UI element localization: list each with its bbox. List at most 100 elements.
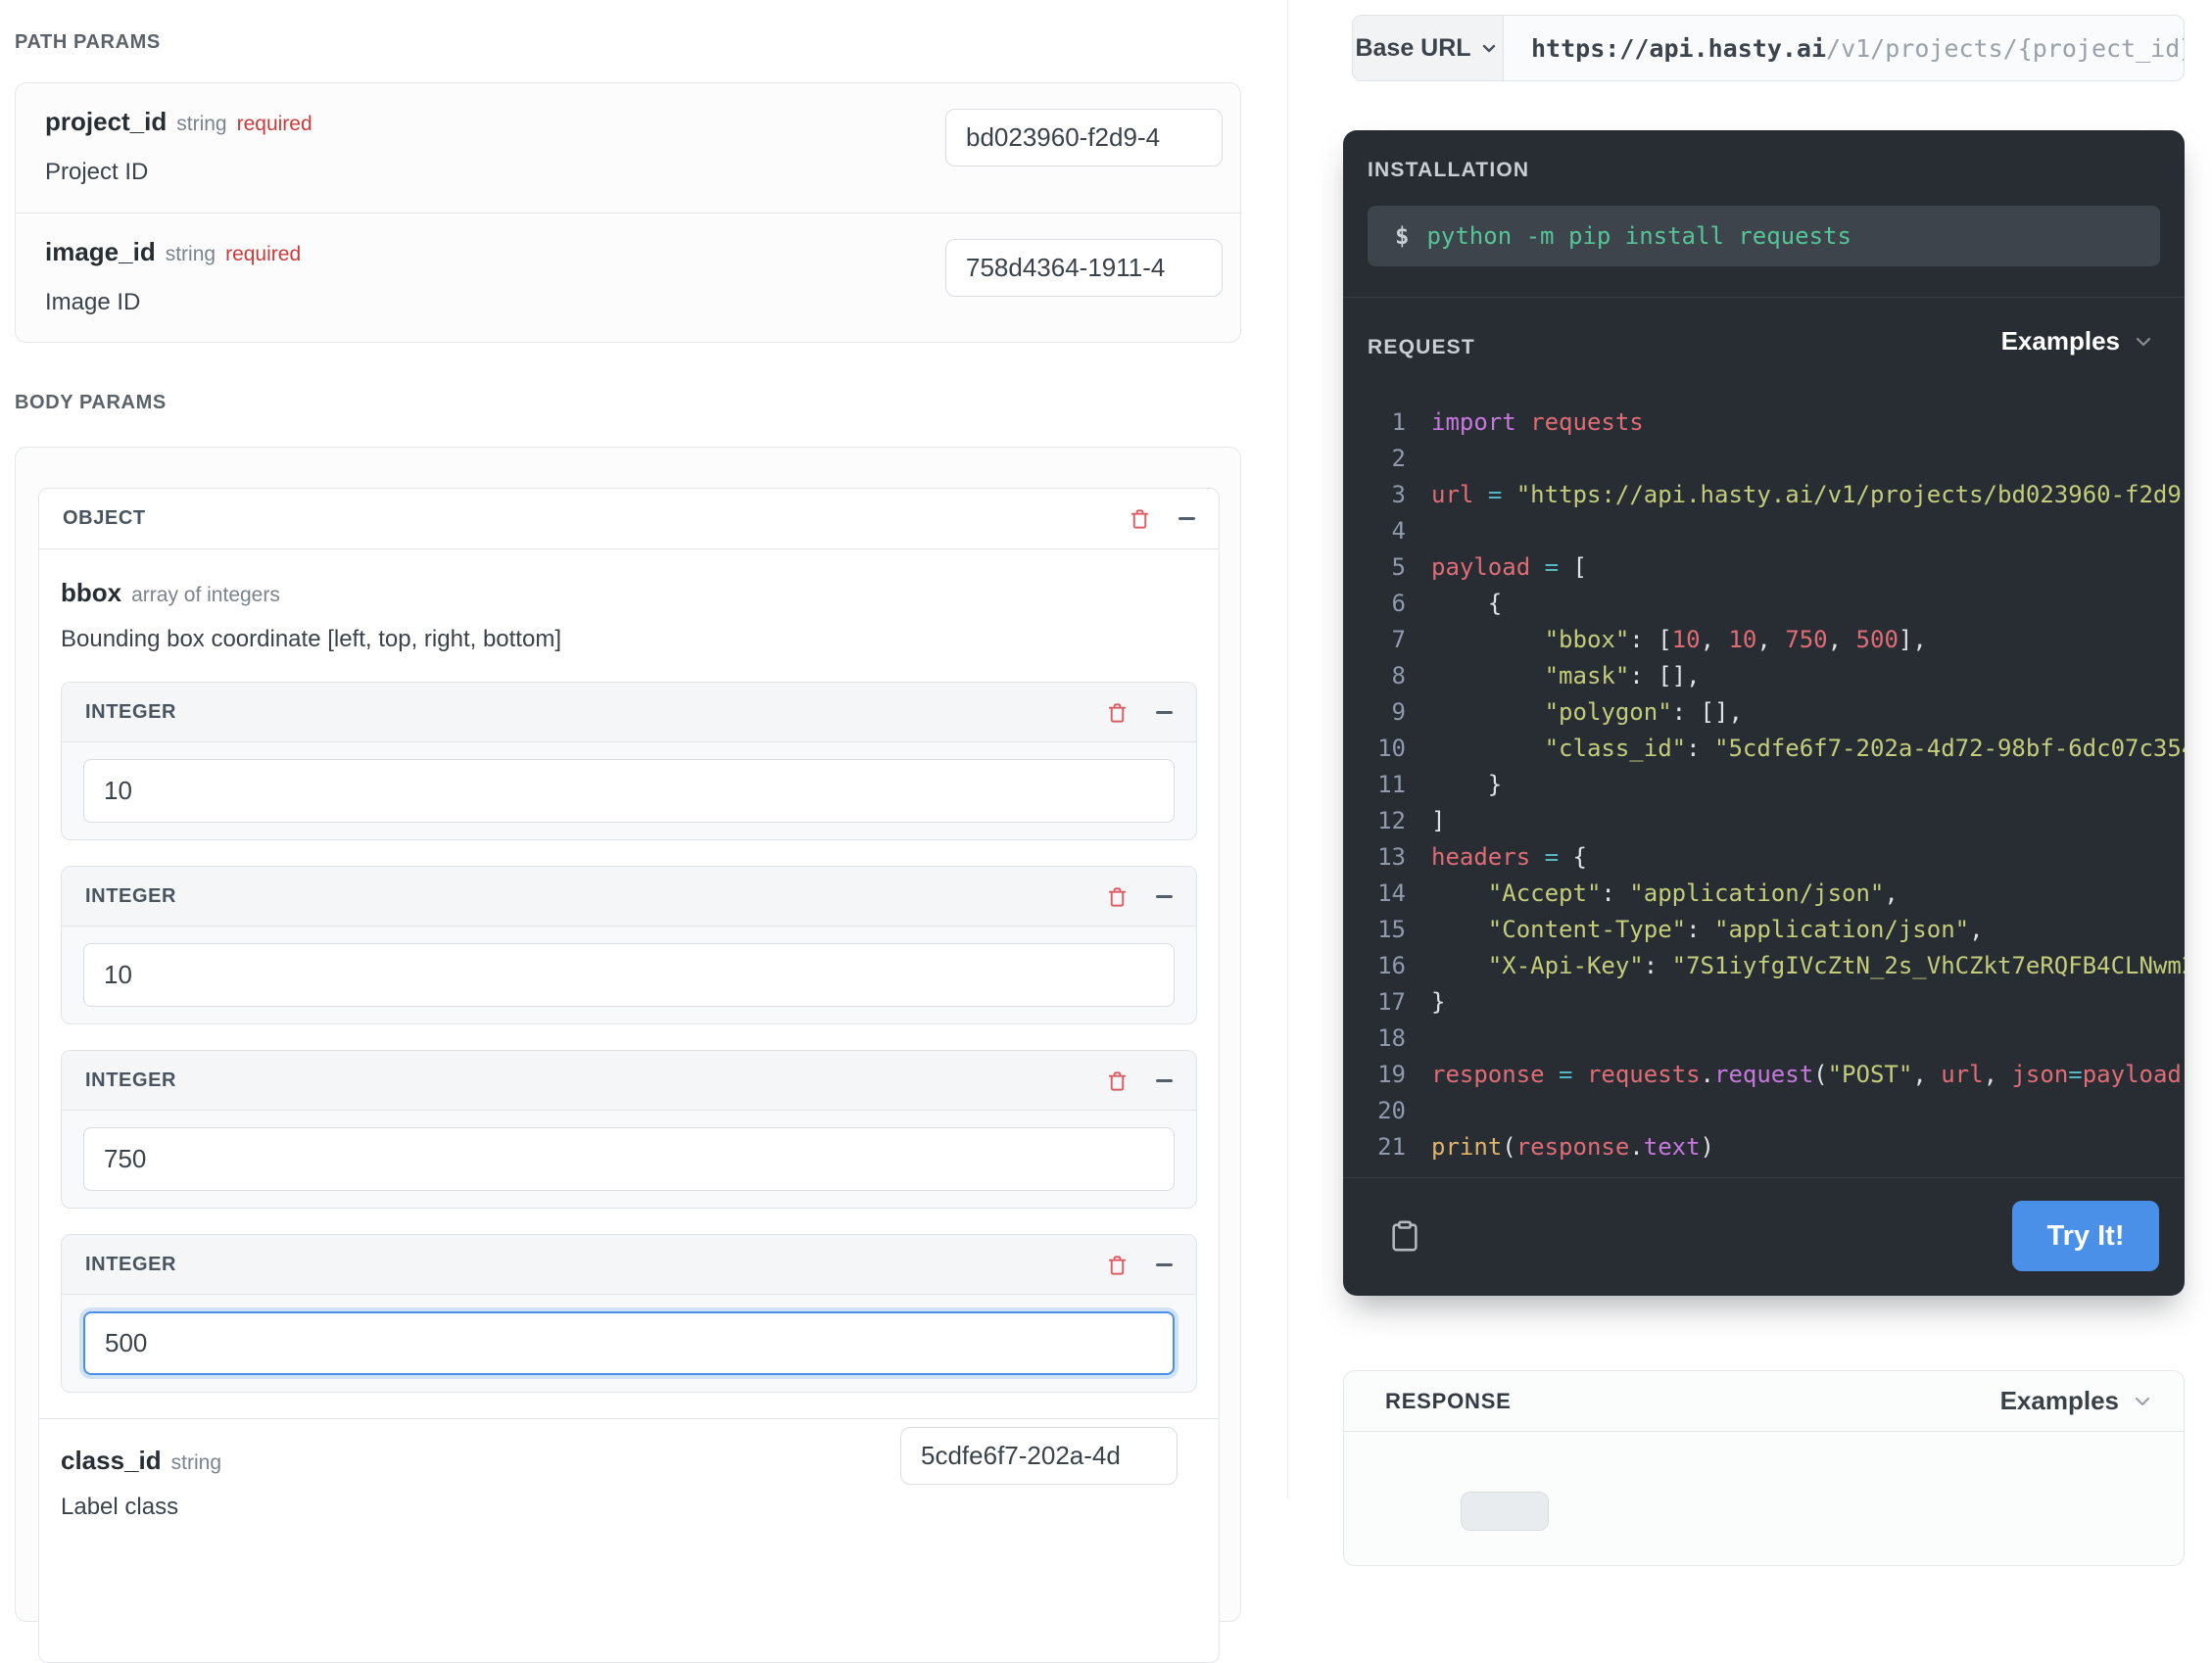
param-name: project_id bbox=[45, 107, 167, 136]
minus-icon bbox=[1178, 517, 1195, 520]
column-divider bbox=[1287, 0, 1288, 1498]
project-id-input[interactable] bbox=[945, 109, 1223, 166]
base-url-path: /v1/projects/{project_id}/ bbox=[1826, 34, 2184, 63]
code-line: 14 "Accept": "application/json", bbox=[1343, 876, 2185, 912]
trash-icon bbox=[1129, 506, 1151, 531]
code-line: 7 "bbox": [10, 10, 750, 500], bbox=[1343, 622, 2185, 658]
integer-value-input[interactable] bbox=[83, 1127, 1175, 1191]
copy-code-button[interactable] bbox=[1388, 1213, 1421, 1259]
field-type: string bbox=[171, 1451, 221, 1474]
response-header: RESPONSE Examples bbox=[1344, 1371, 2184, 1432]
delete-item-button[interactable] bbox=[1106, 1253, 1129, 1277]
base-url-selector[interactable]: Base URL bbox=[1353, 16, 1504, 80]
collapse-item-button[interactable] bbox=[1156, 1263, 1173, 1266]
installation-section-label: INSTALLATION bbox=[1368, 159, 1529, 182]
integer-item-card: INTEGER bbox=[61, 682, 1197, 840]
integer-item-header: INTEGER bbox=[62, 1235, 1196, 1295]
request-examples-dropdown[interactable]: Examples bbox=[2001, 326, 2155, 356]
code-line: 19response = requests.request("POST", ur… bbox=[1343, 1057, 2185, 1093]
param-type: string bbox=[166, 243, 216, 265]
body-params-card: OBJECT bboxarray of integers Bounding bo… bbox=[15, 447, 1241, 1622]
code-line: 18 bbox=[1343, 1021, 2185, 1057]
object-card-body: bboxarray of integers Bounding box coord… bbox=[39, 549, 1219, 1522]
code-line: 8 "mask": [], bbox=[1343, 658, 2185, 694]
field-name-bbox: bbox bbox=[61, 578, 121, 607]
integer-header-label: INTEGER bbox=[85, 1069, 176, 1092]
code-line: 13headers = { bbox=[1343, 839, 2185, 876]
section-divider bbox=[1343, 297, 2185, 298]
base-url-label: Base URL bbox=[1355, 34, 1470, 63]
delete-item-button[interactable] bbox=[1106, 884, 1129, 909]
code-line: 15 "Content-Type": "application/json", bbox=[1343, 912, 2185, 948]
bbox-items: INTEGER INTEGER bbox=[61, 682, 1197, 1393]
code-line: 10 "class_id": "5cdfe6f7-202a-4d72-98bf-… bbox=[1343, 731, 2185, 767]
object-header-label: OBJECT bbox=[63, 507, 146, 530]
integer-header-label: INTEGER bbox=[85, 701, 176, 724]
collapse-item-button[interactable] bbox=[1156, 1079, 1173, 1082]
base-url-bar: Base URL https://api.hasty.ai/v1/project… bbox=[1352, 15, 2185, 81]
body-params-section-label: BODY PARAMS bbox=[15, 392, 167, 414]
object-card: OBJECT bboxarray of integers Bounding bo… bbox=[38, 488, 1220, 1663]
class-id-row: class_idstring Label class bbox=[61, 1419, 1197, 1522]
delete-item-button[interactable] bbox=[1106, 1069, 1129, 1093]
trash-icon bbox=[1106, 1253, 1129, 1277]
image-id-input[interactable] bbox=[945, 239, 1223, 297]
status-badge[interactable] bbox=[1461, 1492, 1549, 1531]
trash-icon bbox=[1106, 700, 1129, 725]
base-url-value: https://api.hasty.ai/v1/projects/{projec… bbox=[1504, 16, 2184, 80]
response-examples-dropdown[interactable]: Examples bbox=[2000, 1386, 2154, 1416]
request-code: 1import requests23url = "https://api.has… bbox=[1343, 404, 2185, 1165]
integer-value-input[interactable] bbox=[83, 759, 1175, 823]
minus-icon bbox=[1156, 711, 1173, 714]
integer-item-card: INTEGER bbox=[61, 1234, 1197, 1393]
install-command: python -m pip install requests bbox=[1426, 222, 1851, 250]
minus-icon bbox=[1156, 895, 1173, 898]
integer-value-input[interactable] bbox=[83, 1311, 1175, 1375]
param-required-badge: required bbox=[237, 113, 313, 135]
chevron-down-icon bbox=[1477, 36, 1501, 60]
code-line: 9 "polygon": [], bbox=[1343, 694, 2185, 731]
response-panel: RESPONSE Examples bbox=[1343, 1370, 2185, 1566]
collapse-item-button[interactable] bbox=[1156, 895, 1173, 898]
field-description: Bounding box coordinate [left, top, righ… bbox=[61, 625, 1197, 654]
chevron-down-icon bbox=[2132, 330, 2155, 354]
code-line: 3url = "https://api.hasty.ai/v1/projects… bbox=[1343, 477, 2185, 513]
integer-header-label: INTEGER bbox=[85, 885, 176, 908]
integer-item-card: INTEGER bbox=[61, 1050, 1197, 1209]
clipboard-icon bbox=[1388, 1213, 1421, 1259]
try-it-button[interactable]: Try It! bbox=[2012, 1201, 2159, 1271]
code-line: 20 bbox=[1343, 1093, 2185, 1129]
class-id-input[interactable] bbox=[900, 1427, 1178, 1485]
code-line: 12] bbox=[1343, 803, 2185, 839]
collapse-item-button[interactable] bbox=[1156, 711, 1173, 714]
minus-icon bbox=[1156, 1263, 1173, 1266]
param-type: string bbox=[176, 113, 226, 135]
code-line: 6 { bbox=[1343, 586, 2185, 622]
code-line: 16 "X-Api-Key": "7S1iyfgIVcZtN_2s_VhCZkt… bbox=[1343, 948, 2185, 984]
param-name: image_id bbox=[45, 237, 156, 266]
integer-header-label: INTEGER bbox=[85, 1254, 176, 1276]
integer-item-header: INTEGER bbox=[62, 683, 1196, 742]
code-line: 4 bbox=[1343, 513, 2185, 549]
integer-value-input[interactable] bbox=[83, 943, 1175, 1007]
code-line: 5payload = [ bbox=[1343, 549, 2185, 586]
minus-icon bbox=[1156, 1079, 1173, 1082]
param-row-image-id: image_idstringrequired Image ID bbox=[16, 213, 1240, 342]
collapse-object-button[interactable] bbox=[1178, 517, 1195, 520]
code-line: 2 bbox=[1343, 441, 2185, 477]
field-description: Label class bbox=[61, 1493, 1197, 1522]
integer-item-header: INTEGER bbox=[62, 1051, 1196, 1111]
delete-object-button[interactable] bbox=[1129, 506, 1151, 531]
delete-item-button[interactable] bbox=[1106, 700, 1129, 725]
response-section-label: RESPONSE bbox=[1385, 1389, 1512, 1414]
code-line: 17} bbox=[1343, 984, 2185, 1021]
install-command-bar[interactable]: $ python -m pip install requests bbox=[1368, 206, 2160, 266]
trash-icon bbox=[1106, 1069, 1129, 1093]
shell-prompt: $ bbox=[1395, 222, 1409, 250]
param-row-project-id: project_idstringrequired Project ID bbox=[16, 83, 1240, 213]
code-line: 21print(response.text) bbox=[1343, 1129, 2185, 1165]
path-params-section-label: PATH PARAMS bbox=[15, 31, 161, 54]
section-divider bbox=[1343, 1177, 2185, 1178]
trash-icon bbox=[1106, 884, 1129, 909]
integer-item-card: INTEGER bbox=[61, 866, 1197, 1024]
